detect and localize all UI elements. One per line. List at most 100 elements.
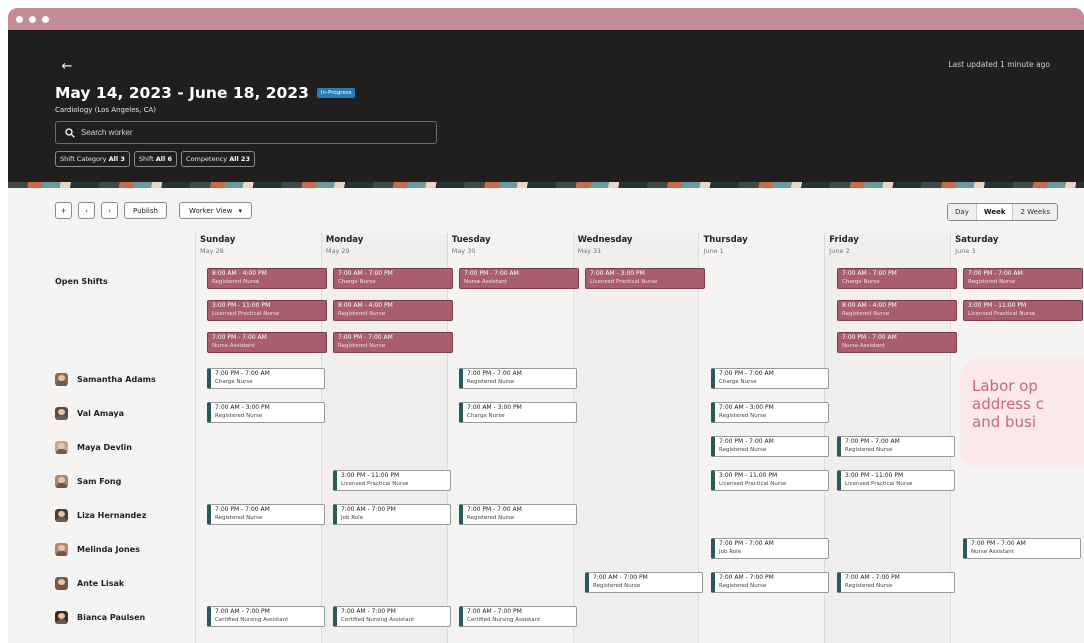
open-shift-card[interactable]: 7:00 PM - 7:00 AM Registered Nurse [963, 268, 1083, 289]
assigned-shift-card[interactable]: 3:00 PM - 11:00 PM Licensed Practical Nur… [837, 470, 955, 491]
open-shift-card[interactable]: 3:00 PM - 11:00 PM Licensed Practical Nur… [963, 300, 1083, 321]
shift-time: 7:00 AM - 7:00 PM [215, 608, 270, 615]
range-day[interactable]: Day [948, 204, 977, 220]
assigned-shift-card[interactable]: 7:00 AM - 3:00 PM Registered Nurse [711, 402, 829, 423]
day-name: Friday [829, 235, 859, 245]
open-shift-card[interactable]: 7:00 PM - 7:00 AM Registered Nurse [333, 332, 453, 353]
shift-time: 3:00 PM - 11:00 PM [845, 472, 904, 479]
assigned-shift-card[interactable]: 7:00 AM - 7:00 PM Certified Nursing Assis… [333, 606, 451, 627]
chevron-right-icon: › [108, 206, 111, 215]
worker-row-label[interactable]: Val Amaya [55, 407, 124, 420]
worker-row-label[interactable]: Maya Devlin [55, 441, 132, 454]
assigned-shift-card[interactable]: 7:00 PM - 7:00 AM Registered Nurse [711, 436, 829, 457]
previous-button[interactable]: ‹ [78, 202, 95, 219]
day-date: June 1 [703, 247, 724, 255]
shift-time: 7:00 PM - 7:00 AM [464, 270, 519, 277]
avatar [55, 611, 68, 624]
shift-time: 3:00 PM - 11:00 PM [212, 302, 271, 309]
open-shift-card[interactable]: 7:00 AM - 7:00 PM Charge Nurse [333, 268, 453, 289]
filter-value: All 3 [108, 155, 125, 163]
assigned-shift-card[interactable]: 7:00 AM - 3:00 PM Charge Nurse [459, 402, 577, 423]
filter-shift[interactable]: Shift All 6 [133, 151, 178, 167]
worker-name: Melinda Jones [77, 545, 140, 554]
shift-time: 7:00 PM - 7:00 AM [467, 370, 522, 377]
shift-role: Registered Nurse [845, 447, 893, 453]
publish-button[interactable]: Publish [124, 202, 167, 219]
shift-time: 7:00 AM - 7:00 PM [341, 506, 396, 513]
view-select[interactable]: Worker View ▾ [178, 202, 252, 219]
assigned-shift-card[interactable]: 7:00 AM - 7:00 PM Certified Nursing Assis… [459, 606, 577, 627]
open-shift-card[interactable]: 7:00 PM - 7:00 AM Nurse Assistant [207, 332, 327, 353]
search-input[interactable] [81, 128, 421, 137]
window-zoom-dot[interactable] [42, 15, 49, 23]
add-button[interactable]: + [55, 202, 72, 219]
shift-time: 7:00 PM - 7:00 AM [719, 438, 774, 445]
search-box[interactable] [55, 121, 437, 144]
status-badge: In-Progress [316, 88, 356, 98]
callout-line: Labor op [972, 377, 1038, 395]
open-shift-card[interactable]: 8:00 AM - 4:00 PM Registered Nurse [207, 268, 327, 289]
open-shift-card[interactable]: 8:00 AM - 4:00 PM Registered Nurse [333, 300, 453, 321]
worker-row-label[interactable]: Sam Fong [55, 475, 121, 488]
open-shift-card[interactable]: 7:00 AM - 3:00 PM Licensed Practical Nurs… [585, 268, 705, 289]
open-shift-card[interactable]: 7:00 PM - 7:00 AM Nurse Assistant [459, 268, 579, 289]
shift-time: 7:00 PM - 7:00 AM [467, 506, 522, 513]
day-column: Tuesday May 30 [446, 233, 573, 643]
shift-role: Certified Nursing Assistant [467, 617, 541, 623]
assigned-shift-card[interactable]: 7:00 AM - 7:00 PM Job Role [333, 504, 451, 525]
assigned-shift-card[interactable]: 7:00 AM - 7:00 PM Registered Nurse [585, 572, 703, 593]
shift-time: 7:00 AM - 7:00 PM [719, 574, 774, 581]
plus-icon: + [60, 206, 67, 215]
shift-role: Licensed Practical Nurse [968, 311, 1036, 317]
filter-shift-category[interactable]: Shift Category All 3 [55, 151, 130, 167]
worker-row-label[interactable]: Bianca Paulsen [55, 611, 145, 624]
shift-role: Licensed Practical Nurse [719, 481, 787, 487]
assigned-shift-card[interactable]: 7:00 PM - 7:00 AM Registered Nurse [207, 504, 325, 525]
assigned-shift-card[interactable]: 7:00 PM - 7:00 AM Registered Nurse [459, 368, 577, 389]
worker-row-label[interactable]: Samantha Adams [55, 373, 156, 386]
open-shift-card[interactable]: 3:00 PM - 11:00 PM Licensed Practical Nur… [207, 300, 327, 321]
avatar [55, 441, 68, 454]
filter-label: Competency [186, 155, 228, 163]
range-week[interactable]: Week [976, 204, 1014, 220]
shift-time: 7:00 AM - 3:00 PM [467, 404, 522, 411]
day-name: Saturday [955, 235, 999, 245]
shift-time: 8:00 AM - 4:00 PM [842, 302, 897, 309]
department-subtitle: Cardiology (Los Angeles, CA) [55, 106, 157, 114]
filter-competency[interactable]: Competency All 23 [181, 151, 255, 167]
assigned-shift-card[interactable]: 7:00 AM - 7:00 PM Certified Nursing Assis… [207, 606, 325, 627]
assigned-shift-card[interactable]: 7:00 PM - 7:00 AM Charge Nurse [711, 368, 829, 389]
open-shift-card[interactable]: 7:00 PM - 7:00 AM Nurse Assistant [837, 332, 957, 353]
next-button[interactable]: › [101, 202, 118, 219]
shift-time: 3:00 PM - 11:00 PM [341, 472, 400, 479]
assigned-shift-card[interactable]: 3:00 PM - 11:00 PM Licensed Practical Nur… [711, 470, 829, 491]
shift-time: 7:00 AM - 7:00 PM [338, 270, 393, 277]
schedule-toolbar: + ‹ › Publish Worker View ▾ [55, 202, 252, 219]
assigned-shift-card[interactable]: 7:00 AM - 3:00 PM Registered Nurse [207, 402, 325, 423]
open-shift-card[interactable]: 8:00 AM - 4:00 PM Registered Nurse [837, 300, 957, 321]
open-shift-card[interactable]: 7:00 AM - 7:00 PM Charge Nurse [837, 268, 957, 289]
worker-row-label[interactable]: Liza Hernandez [55, 509, 146, 522]
assigned-shift-card[interactable]: 7:00 PM - 7:00 AM Charge Nurse [207, 368, 325, 389]
worker-name: Sam Fong [77, 477, 122, 486]
back-arrow-icon[interactable]: ← [55, 58, 79, 76]
shift-time: 7:00 AM - 7:00 PM [341, 608, 396, 615]
day-date: June 2 [829, 247, 850, 255]
day-header: Thursday June 1 [699, 233, 824, 273]
assigned-shift-card[interactable]: 7:00 PM - 7:00 AM Nurse Assistant [963, 538, 1081, 559]
assigned-shift-card[interactable]: 3:00 PM - 11:00 PM Licensed Practical Nur… [333, 470, 451, 491]
assigned-shift-card[interactable]: 7:00 PM - 7:00 AM Registered Nurse [837, 436, 955, 457]
range-2-weeks[interactable]: 2 Weeks [1013, 204, 1057, 220]
assigned-shift-card[interactable]: 7:00 PM - 7:00 AM Job Role [711, 538, 829, 559]
window-minimize-dot[interactable] [29, 15, 36, 23]
assigned-shift-card[interactable]: 7:00 AM - 7:00 PM Registered Nurse [837, 572, 955, 593]
assigned-shift-card[interactable]: 7:00 PM - 7:00 AM Registered Nurse [459, 504, 577, 525]
window-close-dot[interactable] [16, 15, 23, 23]
shift-time: 7:00 PM - 7:00 AM [842, 334, 897, 341]
day-date: May 31 [577, 247, 602, 255]
worker-row-label[interactable]: Ante Lisak [55, 577, 124, 590]
worker-row-label[interactable]: Melinda Jones [55, 543, 140, 556]
assigned-shift-card[interactable]: 7:00 AM - 7:00 PM Registered Nurse [711, 572, 829, 593]
shift-time: 7:00 AM - 3:00 PM [215, 404, 270, 411]
filter-value: All 23 [229, 155, 250, 163]
